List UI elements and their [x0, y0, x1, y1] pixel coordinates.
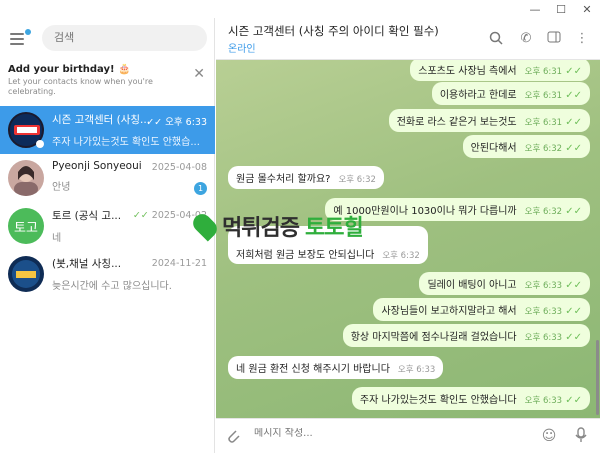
avatar [8, 160, 44, 196]
read-check-icon: ✓✓ [562, 143, 582, 154]
message-bubble[interactable]: 전화로 라스 같은거 보는것도 오후 6:31 ✓✓ [388, 109, 590, 132]
close-icon[interactable]: ✕ [193, 66, 205, 82]
read-check-icon: ✓✓ [562, 395, 582, 406]
composer: ☺ [216, 418, 600, 453]
read-check-icon: ✓✓ [562, 90, 582, 101]
more-menu-icon[interactable]: ⋮ [574, 31, 590, 47]
chat-preview: 안녕 [52, 182, 71, 193]
message-bubble[interactable]: 스포츠도 사장님 측에서 오후 6:31 ✓✓ [410, 60, 590, 81]
search-icon[interactable] [488, 31, 504, 47]
chat-list-item[interactable]: 토고 토르 (공식 고... ✓✓ 2025-04-02 네 [0, 202, 215, 250]
watermark: 먹튀검증 토토힐 [189, 210, 364, 242]
read-check-icon: ✓✓ [132, 210, 149, 221]
read-check-icon: ✓✓ [562, 332, 582, 343]
attach-icon[interactable] [224, 427, 242, 445]
birthday-banner[interactable]: Add your birthday! 🎂 Let your contacts k… [0, 58, 215, 106]
read-check-icon: ✓✓ [146, 117, 163, 128]
chat-time: ✓✓ 오후 6:33 [146, 117, 207, 128]
sidebar: Add your birthday! 🎂 Let your contacts k… [0, 18, 215, 453]
read-check-icon: ✓✓ [562, 280, 582, 291]
online-indicator [36, 140, 44, 148]
chat-preview: 네 [52, 233, 62, 244]
chat-preview: 주자 나가있는것도 확인도 안했습... [52, 137, 200, 148]
chat-status: 온라인 [228, 44, 256, 55]
hamburger-menu-icon[interactable] [10, 29, 31, 46]
chat-preview: 늦은시간에 수고 많으십니다. [52, 281, 172, 292]
microphone-icon[interactable] [572, 427, 590, 445]
watermark-text-brand: 토토힐 [304, 216, 364, 241]
maximize-button[interactable]: ☐ [548, 0, 574, 18]
unread-badge: 1 [194, 182, 207, 195]
search-input[interactable] [42, 25, 207, 51]
message-bubble[interactable]: 주자 나가있는것도 확인도 안했습니다 오후 6:33 ✓✓ [351, 387, 590, 410]
chat-title[interactable]: 시즌 고객센터 (사칭 주의 아이디 확인 필수) [228, 23, 439, 39]
chat-list-item[interactable]: (봇,채널 사칭... 2024-11-21 늦은시간에 수고 많으십니다. [0, 250, 215, 298]
channel-logo-icon [12, 260, 40, 288]
message-bubble[interactable]: 항상 마지막쯤에 점수나길래 걸었습니다 오후 6:33 ✓✓ [342, 324, 590, 347]
window-titlebar: — ☐ ✕ [0, 0, 600, 18]
message-bubble[interactable]: 사장님들이 보고하지말라고 해서 오후 6:33 ✓✓ [373, 298, 590, 321]
read-check-icon: ✓✓ [562, 206, 582, 217]
sidebar-toggle-icon[interactable] [546, 31, 562, 47]
read-check-icon: ✓✓ [562, 66, 582, 77]
close-button[interactable]: ✕ [574, 0, 600, 18]
birthday-subtitle: Let your contacts know when you're celeb… [8, 77, 153, 96]
birthday-title: Add your birthday! 🎂 [8, 64, 131, 75]
read-check-icon: ✓✓ [562, 117, 582, 128]
minimize-button[interactable]: — [522, 0, 548, 18]
message-bubble[interactable]: 딜레이 배팅이 아니고 오후 6:33 ✓✓ [419, 272, 590, 295]
emoji-icon[interactable]: ☺ [540, 427, 558, 445]
phone-icon[interactable]: ✆ [518, 31, 534, 47]
scrollbar[interactable] [596, 340, 599, 415]
read-check-icon: ✓✓ [562, 306, 582, 317]
message-input[interactable] [254, 428, 494, 439]
message-bubble[interactable]: 이용하라고 한데로 오후 6:31 ✓✓ [431, 82, 590, 105]
message-bubble[interactable]: 예 1000만원이나 1030이나 뭐가 다릅니까 오후 6:32 ✓✓ [325, 198, 590, 221]
chat-time: 2025-04-08 [151, 162, 207, 173]
chat-time: 2024-11-21 [151, 258, 207, 269]
message-bubble[interactable]: 안된다해서 오후 6:32 ✓✓ [462, 135, 590, 158]
watermark-text: 먹튀검증 [222, 216, 300, 241]
avatar: 토고 [8, 208, 44, 244]
chat-list-item[interactable]: Pyeonji Sonyeoui 2025-04-08 안녕 1 [0, 154, 215, 202]
profile-photo-icon [14, 166, 38, 196]
chat-header: 시즌 고객센터 (사칭 주의 아이디 확인 필수) 온라인 ✆ ⋮ [216, 18, 600, 60]
message-bubble[interactable]: 원금 몰수처리 할까요? 오후 6:32 [228, 166, 384, 189]
chat-list-item[interactable]: 시즌 고객센터 (사칭... ✓✓ 오후 6:33 주자 나가있는것도 확인도 … [0, 106, 215, 154]
message-bubble[interactable]: 네 원금 환전 신청 해주시기 바랍니다 오후 6:33 [228, 356, 444, 379]
avatar [8, 256, 44, 292]
